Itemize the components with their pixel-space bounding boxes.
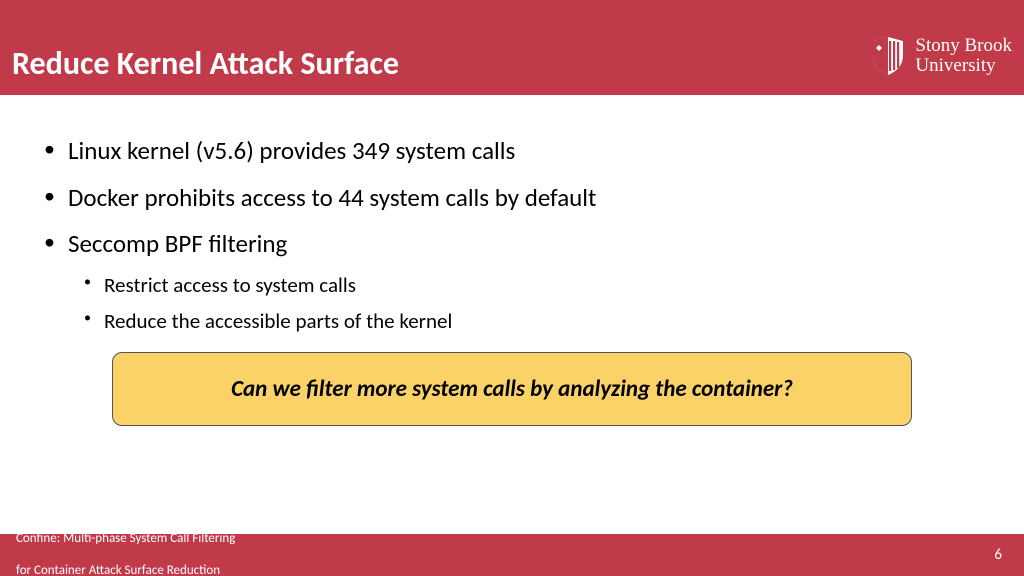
university-logo: Stony Brook University xyxy=(869,35,1012,83)
slide-footer: Confine: Multi-phase System Call Filteri… xyxy=(0,534,1024,576)
slide-title: Reduce Kernel Attack Surface xyxy=(12,44,399,83)
slide-header: Reduce Kernel Attack Surface Stony Brook… xyxy=(0,0,1024,95)
bullet-item: Linux kernel (v5.6) provides 349 system … xyxy=(40,135,984,168)
slide: Reduce Kernel Attack Surface Stony Brook… xyxy=(0,0,1024,576)
bullet-text: Linux kernel (v5.6) provides 349 system … xyxy=(68,135,515,166)
footer-title: Confine: Multi-phase System Call Filteri… xyxy=(16,514,235,576)
footer-line2: for Container Attack Surface Reduction xyxy=(16,563,235,576)
page-number: 6 xyxy=(994,546,1002,565)
callout-box: Can we filter more system calls by analy… xyxy=(112,352,912,426)
university-name-line2: University xyxy=(915,56,1012,76)
footer-line1: Confine: Multi-phase System Call Filteri… xyxy=(16,531,235,547)
bullet-item: Seccomp BPF filtering Restrict access to… xyxy=(40,228,984,335)
slide-content: Linux kernel (v5.6) provides 349 system … xyxy=(0,115,1024,349)
bullet-text: Docker prohibits access to 44 system cal… xyxy=(68,182,596,213)
university-name-line1: Stony Brook xyxy=(915,36,1012,56)
shield-icon xyxy=(869,35,907,77)
sub-bullet-item: Restrict access to system calls xyxy=(68,271,984,299)
callout-text: Can we filter more system calls by analy… xyxy=(231,375,793,403)
sub-bullet-list: Restrict access to system calls Reduce t… xyxy=(68,271,984,336)
callout-container: Can we filter more system calls by analy… xyxy=(0,352,1024,426)
bullet-list: Linux kernel (v5.6) provides 349 system … xyxy=(40,135,984,335)
bullet-item: Docker prohibits access to 44 system cal… xyxy=(40,182,984,215)
bullet-text: Seccomp BPF filtering xyxy=(68,228,287,259)
sub-bullet-item: Reduce the accessible parts of the kerne… xyxy=(68,307,984,335)
university-name: Stony Brook University xyxy=(915,36,1012,76)
sub-bullet-text: Reduce the accessible parts of the kerne… xyxy=(104,308,452,334)
sub-bullet-text: Restrict access to system calls xyxy=(104,272,356,298)
